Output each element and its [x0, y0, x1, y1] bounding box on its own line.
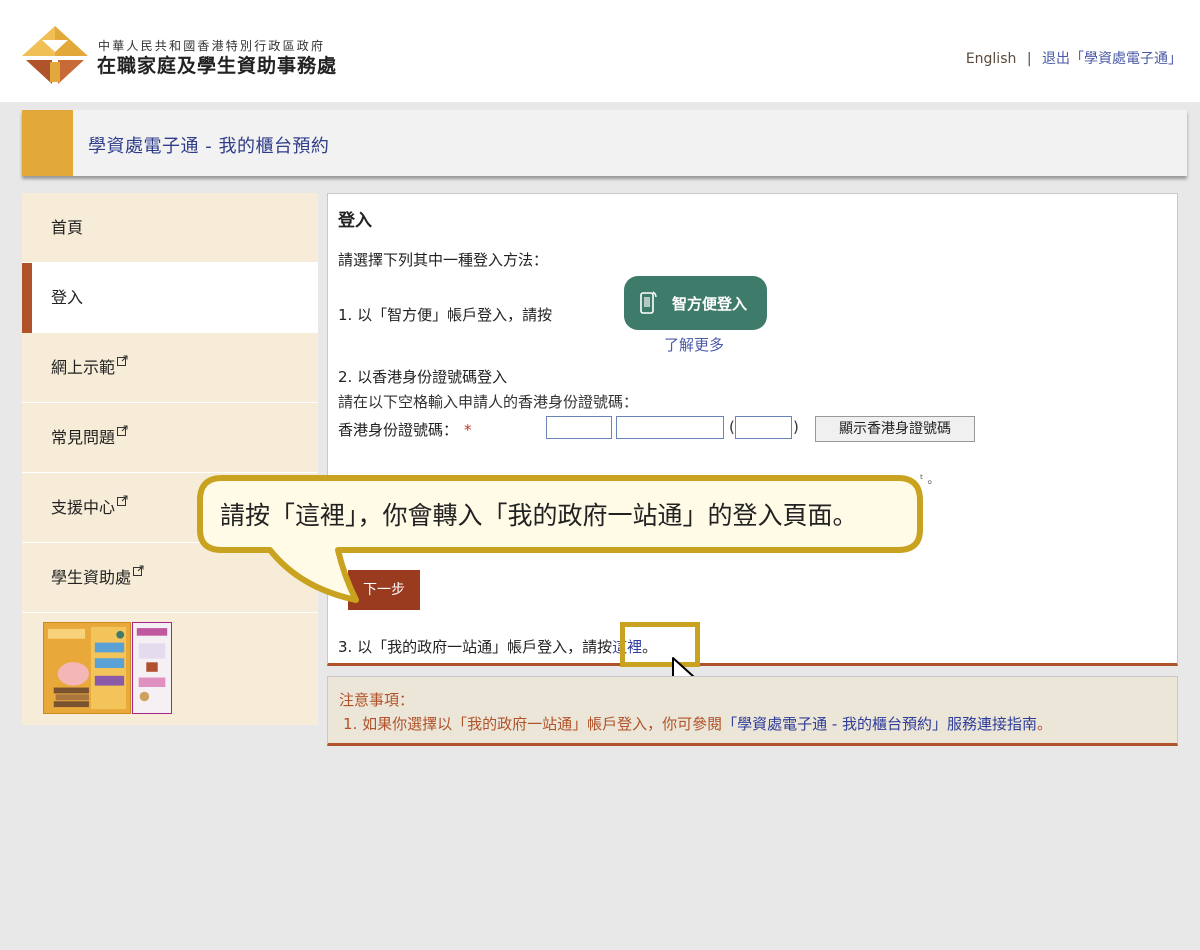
tutorial-callout-bubble: [197, 475, 923, 603]
sidebar-item-label: 支援中心: [51, 498, 116, 517]
page-title: 學資處電子通 - 我的櫃台預約: [88, 136, 330, 157]
method2-instruction: 請在以下空格輸入申請人的香港身份證號碼：: [338, 393, 639, 411]
hkid-prefix-input[interactable]: [546, 416, 612, 439]
iamsmart-login-button[interactable]: 智方便登入: [624, 276, 767, 330]
method3-text: 3. 以「我的政府一站通」帳戶登入，請按這裡。: [338, 636, 657, 657]
wfsfaa-logo-icon: [22, 26, 88, 84]
hkid-number-input[interactable]: [616, 416, 724, 439]
paren-close: ): [793, 418, 799, 436]
sidebar-item-faq[interactable]: 常見問題: [22, 403, 318, 473]
method1-text: 1. 以「智方便」帳戶登入，請按: [338, 306, 553, 324]
choose-method-text: 請選擇下列其中一種登入方法：: [338, 251, 549, 269]
promo-leaflet-image: [132, 622, 172, 714]
promo-leaflet-image: [43, 622, 131, 714]
paren-open: (: [729, 418, 735, 436]
notice-item: 1. 如果你選擇以「我的政府一站通」帳戶登入，你可參閱「學資處電子通 - 我的櫃…: [343, 713, 1052, 734]
notice-item-prefix: 1. 如果你選擇以「我的政府一站通」帳戶登入，你可參閱: [343, 715, 723, 733]
sidebar-item-login[interactable]: 登入: [22, 263, 318, 333]
hkid-label-text: 香港身份證號碼：: [338, 421, 459, 439]
title-banner: 學資處電子通 - 我的櫃台預約: [22, 110, 1187, 176]
external-link-icon: [117, 355, 128, 366]
org-name: 在職家庭及學生資助事務處: [97, 55, 338, 77]
sidebar-item-label: 網上示範: [51, 358, 116, 377]
sidebar: 首頁 登入 網上示範 常見問題 支援中心 學生資助處: [22, 193, 318, 725]
notice-title: 注意事項：: [339, 691, 415, 709]
external-link-icon: [117, 495, 128, 506]
top-links: English | 退出「學資處電子通」: [966, 48, 1182, 68]
hkid-check-digit-input[interactable]: [735, 416, 792, 439]
connection-guide-link[interactable]: 「學資處電子通 - 我的櫃台預約」服務連接指南: [722, 715, 1037, 733]
english-link[interactable]: English: [966, 51, 1017, 67]
page-header: 中華人民共和國香港特別行政區政府 在職家庭及學生資助事務處 English | …: [0, 0, 1200, 102]
sidebar-item-label: 學生資助處: [51, 568, 132, 587]
sidebar-item-home[interactable]: 首頁: [22, 193, 318, 263]
login-heading: 登入: [338, 211, 372, 231]
method2-title: 2. 以香港身份證號碼登入: [338, 368, 508, 386]
callout-text: 請按「這裡」，你會轉入「我的政府一站通」的登入頁面。: [220, 501, 858, 530]
notice-item-suffix: 。: [1037, 715, 1053, 733]
sidebar-item-online-demo[interactable]: 網上示範: [22, 333, 318, 403]
sidebar-item-label: 常見問題: [51, 428, 116, 447]
iamsmart-phone-icon: [640, 291, 657, 314]
iamsmart-button-label: 智方便登入: [672, 295, 748, 313]
external-link-icon: [133, 565, 144, 576]
learn-more-link[interactable]: 了解更多: [664, 334, 724, 355]
promo-banner[interactable]: [22, 613, 318, 725]
external-link-icon: [117, 425, 128, 436]
show-hkid-button[interactable]: 顯示香港身證號碼: [815, 416, 975, 442]
logout-link[interactable]: 退出「學資處電子通」: [1042, 51, 1182, 67]
method3-prefix: 3. 以「我的政府一站通」帳戶登入，請按: [338, 638, 613, 656]
link-separator: |: [1026, 51, 1032, 67]
notice-box: 注意事項： 1. 如果你選擇以「我的政府一站通」帳戶登入，你可參閱「學資處電子通…: [327, 676, 1178, 746]
sidebar-item-label: 首頁: [51, 218, 84, 237]
banner-accent: [22, 110, 73, 176]
required-mark: *: [464, 421, 472, 439]
sidebar-item-label: 登入: [51, 288, 84, 307]
hkid-label: 香港身份證號碼： *: [338, 419, 472, 440]
